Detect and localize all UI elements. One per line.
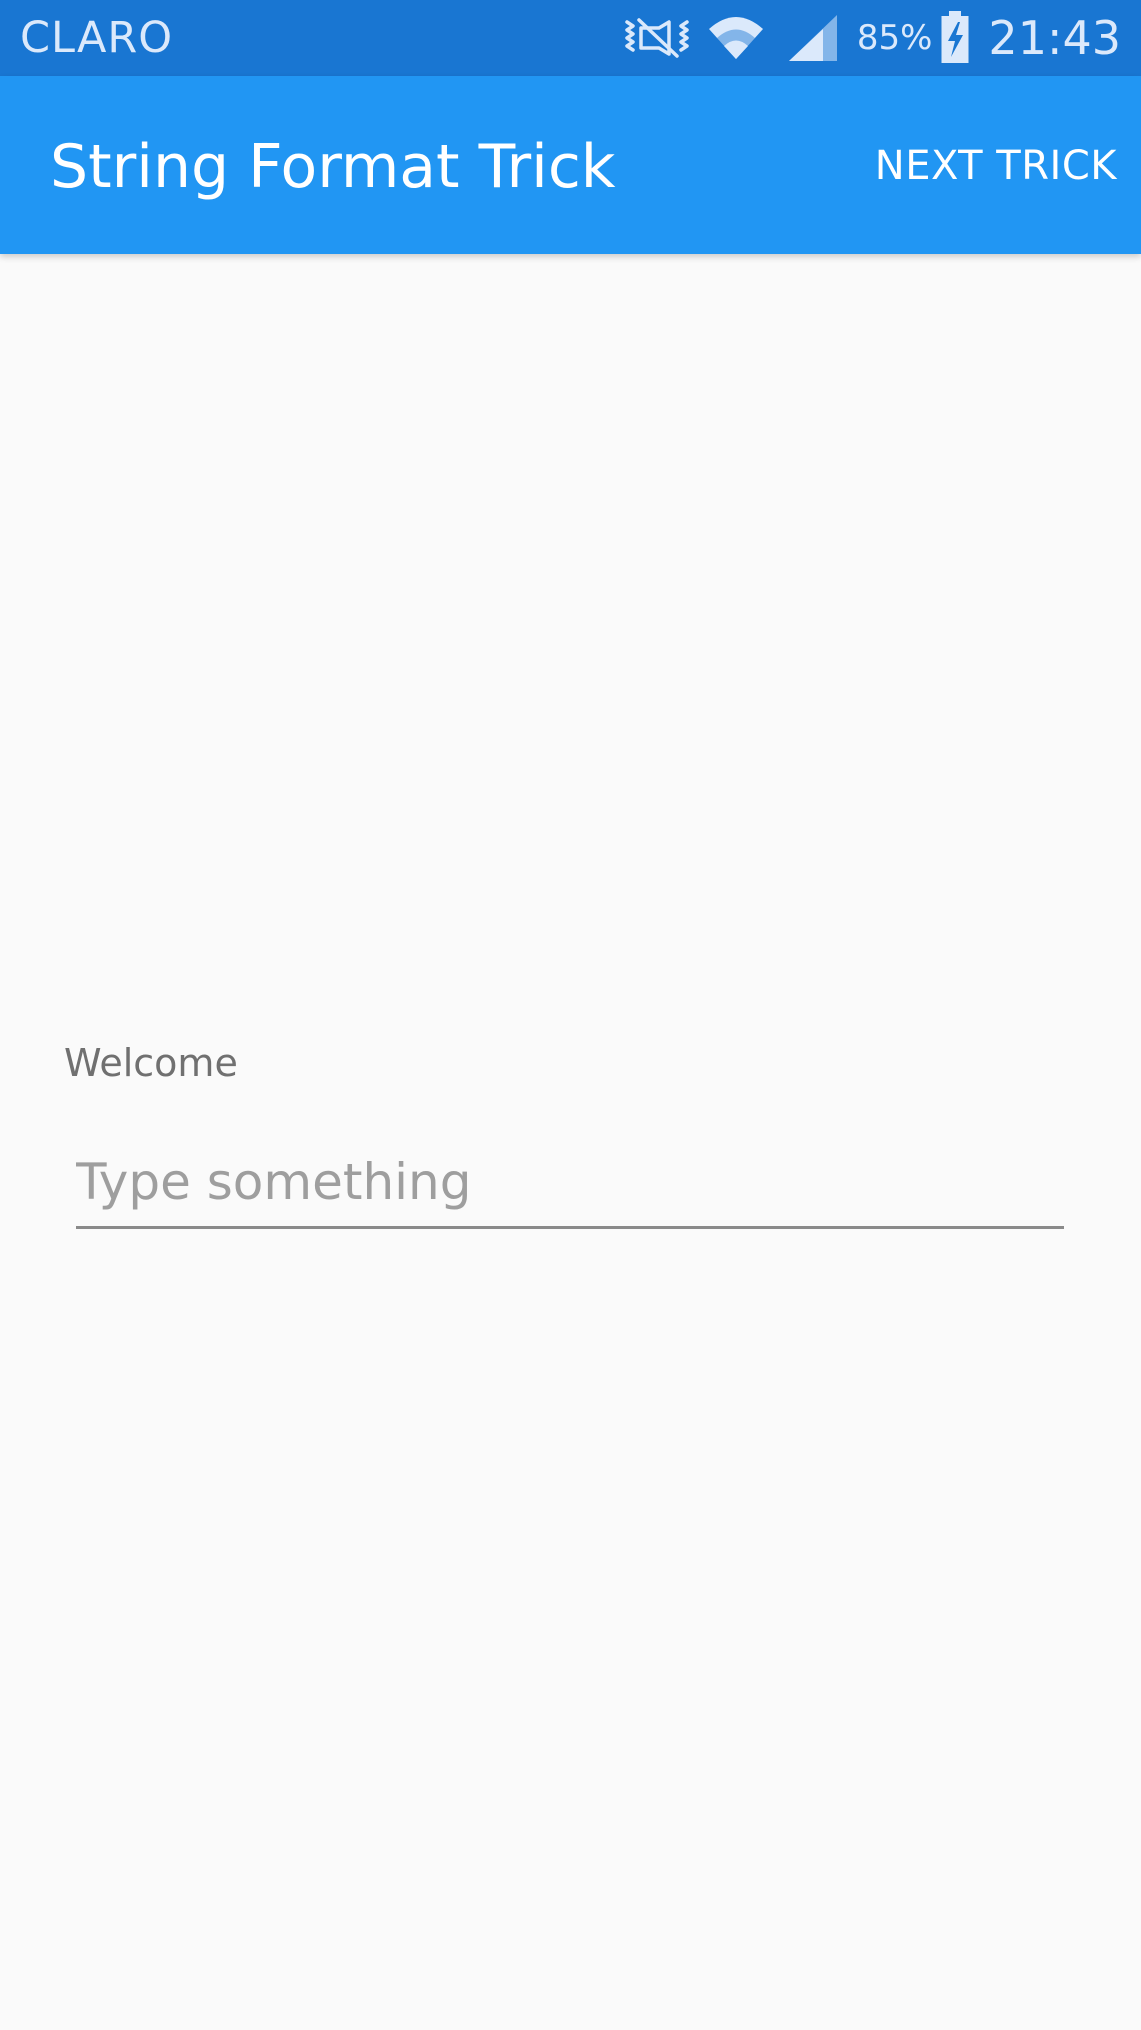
page-title: String Format Trick (50, 132, 616, 202)
status-icons: 85% 21:43 (621, 0, 1121, 76)
app-bar: String Format Trick NEXT TRICK (0, 76, 1141, 254)
cell-signal-icon (787, 13, 839, 63)
wifi-icon (705, 13, 767, 63)
next-trick-button[interactable]: NEXT TRICK (875, 140, 1117, 192)
vibrate-mute-icon (621, 14, 693, 62)
battery-charging-icon (940, 11, 970, 65)
status-bar: CLARO 85% 21:43 (0, 0, 1141, 76)
welcome-label: Welcome (64, 1041, 238, 1085)
battery-percent: 85% (856, 18, 933, 58)
clock: 21:43 (988, 11, 1121, 65)
text-field (76, 1140, 1064, 1229)
text-input[interactable] (76, 1140, 1064, 1224)
carrier-name: CLARO (20, 13, 174, 63)
